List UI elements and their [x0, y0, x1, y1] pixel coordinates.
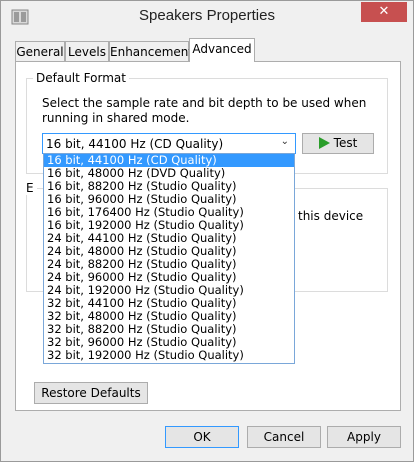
tab-strip: General Levels Enhancements Advanced [15, 38, 405, 62]
exclusive-mode-label-partial: E [23, 181, 37, 195]
exclusive-mode-text-partial: this device [298, 209, 364, 223]
tab-enhancements[interactable]: Enhancements [109, 41, 199, 61]
test-button[interactable]: Test [302, 133, 374, 154]
default-format-label: Default Format [33, 71, 129, 85]
cancel-button[interactable]: Cancel [247, 426, 321, 448]
chevron-down-icon: ⌄ [280, 136, 289, 147]
sample-rate-select[interactable]: 16 bit, 44100 Hz (CD Quality) ⌄ [42, 133, 296, 154]
properties-window: Speakers Properties ✕ General Levels Enh… [0, 0, 414, 462]
tab-general[interactable]: General [15, 41, 65, 61]
window-title: Speakers Properties [139, 7, 275, 24]
ok-button[interactable]: OK [165, 426, 239, 448]
dropdown-option[interactable]: 32 bit, 192000 Hz (Studio Quality) [44, 349, 294, 362]
test-button-label: Test [333, 136, 358, 150]
play-icon [318, 137, 330, 149]
restore-defaults-button[interactable]: Restore Defaults [34, 382, 148, 404]
sample-rate-dropdown-list[interactable]: 16 bit, 44100 Hz (CD Quality) 16 bit, 48… [43, 153, 295, 364]
default-format-description: Select the sample rate and bit depth to … [42, 96, 367, 125]
title-bar: Speakers Properties ✕ [1, 1, 413, 33]
close-button[interactable]: ✕ [361, 2, 407, 22]
tab-advanced[interactable]: Advanced [189, 38, 255, 62]
sample-rate-selected-value: 16 bit, 44100 Hz (CD Quality) [46, 137, 224, 151]
apply-button[interactable]: Apply [327, 426, 401, 448]
tab-levels[interactable]: Levels [65, 41, 109, 61]
